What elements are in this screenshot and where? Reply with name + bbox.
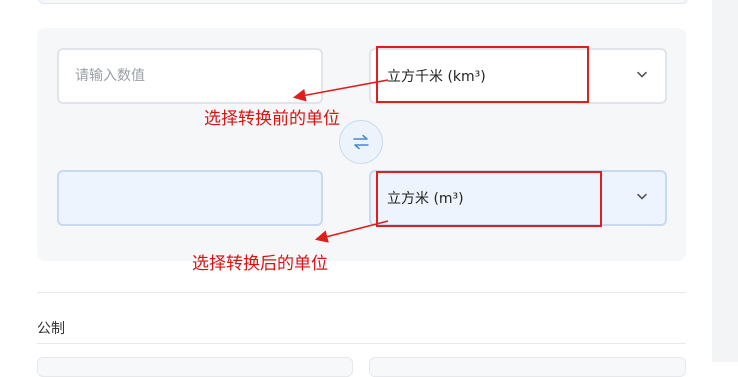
chevron-down-icon bbox=[637, 71, 647, 78]
swap-arrows-icon bbox=[353, 134, 369, 150]
chevron-down-icon bbox=[637, 193, 647, 200]
annotation-from-unit-label: 选择转换前的单位 bbox=[204, 109, 340, 129]
swap-units-button[interactable] bbox=[339, 120, 383, 164]
annotation-highlight-from-unit bbox=[376, 46, 589, 103]
section-divider bbox=[37, 292, 686, 293]
value-input-field[interactable] bbox=[73, 67, 307, 85]
annotation-highlight-to-unit bbox=[376, 171, 602, 227]
value-input[interactable] bbox=[57, 48, 323, 104]
previous-card-edge bbox=[38, 0, 688, 4]
section-divider bbox=[37, 343, 686, 344]
result-output[interactable] bbox=[57, 170, 323, 226]
section-title: 公制 bbox=[37, 321, 65, 337]
annotation-to-unit-label: 选择转换后的单位 bbox=[192, 254, 328, 274]
unit-card[interactable] bbox=[369, 357, 686, 377]
page-scroll-gutter bbox=[712, 0, 738, 362]
unit-card[interactable] bbox=[37, 357, 353, 377]
